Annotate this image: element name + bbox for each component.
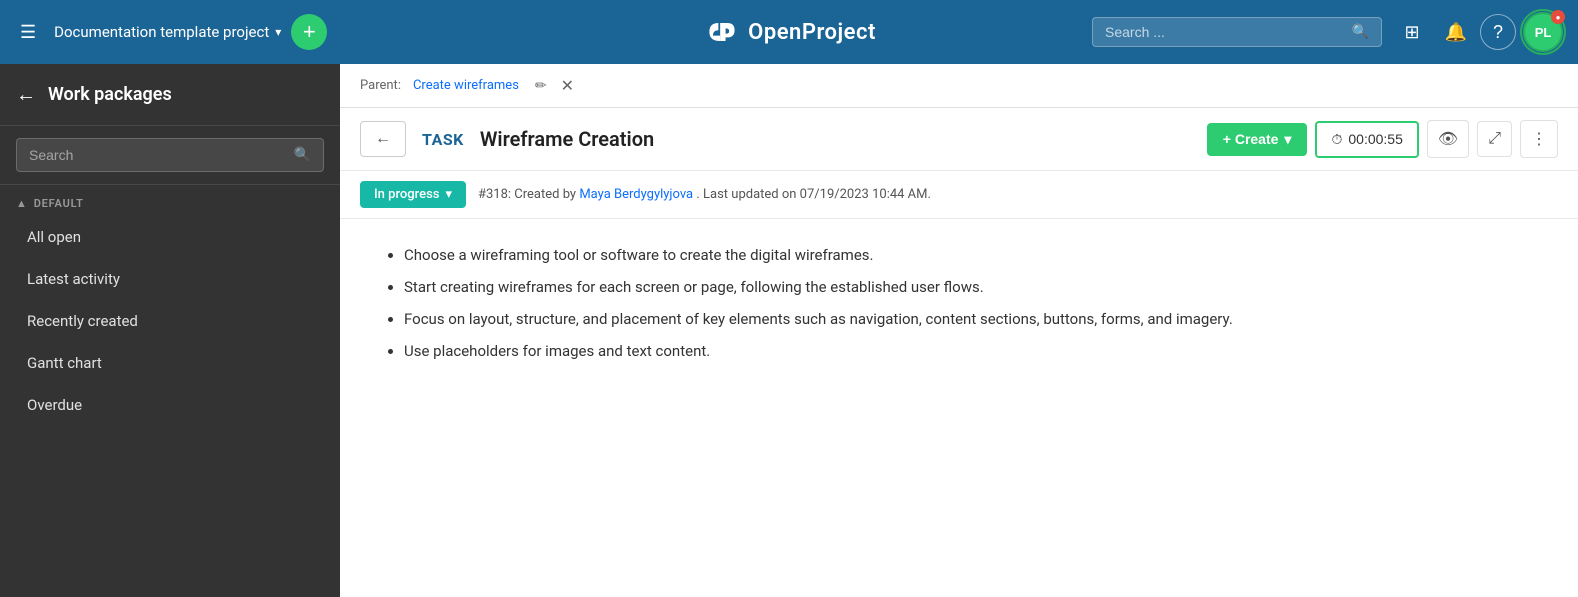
status-badge[interactable]: In progress ▾ bbox=[360, 181, 466, 208]
sidebar-item-overdue[interactable]: Overdue bbox=[0, 384, 340, 426]
sidebar-section-default: ▲ DEFAULT bbox=[0, 185, 340, 216]
grid-icon-button[interactable]: ⊞ bbox=[1392, 12, 1432, 52]
openproject-logo-icon bbox=[702, 14, 738, 50]
sidebar-nav: ▲ DEFAULT All open Latest activity Recen… bbox=[0, 185, 340, 426]
expand-icon: ⤢ bbox=[1488, 130, 1501, 147]
status-bar: In progress ▾ #318: Created by Maya Berd… bbox=[340, 171, 1578, 219]
content-body: Choose a wireframing tool or software to… bbox=[340, 219, 1578, 597]
eye-icon: 👁 bbox=[1438, 131, 1458, 148]
wp-title: Wireframe Creation bbox=[480, 127, 654, 151]
description-list: Choose a wireframing tool or software to… bbox=[380, 243, 1538, 363]
add-button[interactable]: + bbox=[291, 14, 327, 50]
section-collapse-icon[interactable]: ▲ bbox=[16, 197, 28, 210]
sidebar-item-latest-activity[interactable]: Latest activity bbox=[0, 258, 340, 300]
parent-breadcrumb: Parent: Create wireframes ✏ ✕ bbox=[340, 64, 1578, 108]
content-area: Parent: Create wireframes ✏ ✕ ← TASK Wir… bbox=[340, 64, 1578, 597]
status-caret-icon: ▾ bbox=[445, 187, 452, 202]
sidebar: ← Work packages 🔍 ▲ DEFAULT All open Lat… bbox=[0, 64, 340, 597]
expand-button[interactable]: ⤢ bbox=[1477, 121, 1512, 157]
logo-area: OpenProject bbox=[702, 14, 876, 50]
status-label: In progress bbox=[374, 187, 439, 202]
section-label-text: DEFAULT bbox=[34, 197, 84, 210]
logo-text: OpenProject bbox=[748, 20, 876, 45]
project-selector[interactable]: Documentation template project ▾ bbox=[54, 23, 281, 41]
main-layout: ← Work packages 🔍 ▲ DEFAULT All open Lat… bbox=[0, 64, 1578, 597]
list-item: Focus on layout, structure, and placemen… bbox=[404, 307, 1538, 331]
sidebar-title: Work packages bbox=[48, 84, 172, 105]
close-parent-icon[interactable]: ✕ bbox=[561, 76, 574, 95]
edit-parent-icon[interactable]: ✏ bbox=[535, 78, 547, 94]
sidebar-header: ← Work packages bbox=[0, 64, 340, 126]
work-package-header: ← TASK Wireframe Creation + Create ▾ ⏱ 0… bbox=[340, 108, 1578, 171]
sidebar-item-all-open[interactable]: All open bbox=[0, 216, 340, 258]
list-item: Start creating wireframes for each scree… bbox=[404, 275, 1538, 299]
avatar-notification-badge: ● bbox=[1551, 10, 1565, 24]
list-item: Use placeholders for images and text con… bbox=[404, 339, 1538, 363]
global-search-box[interactable]: 🔍 bbox=[1092, 17, 1382, 47]
more-options-icon: ⋮ bbox=[1531, 131, 1547, 148]
meta-author-link[interactable]: Maya Berdygylyjova bbox=[579, 187, 693, 202]
wp-type-label: TASK bbox=[422, 130, 464, 149]
timer-button[interactable]: ⏱ 00:00:55 bbox=[1315, 121, 1418, 158]
timer-icon: ⏱ bbox=[1331, 131, 1342, 148]
avatar-wrapper: PL ● bbox=[1520, 9, 1566, 55]
create-button[interactable]: + Create ▾ bbox=[1207, 123, 1308, 156]
status-meta: #318: Created by Maya Berdygylyjova . La… bbox=[478, 187, 931, 202]
sidebar-item-gantt-chart[interactable]: Gantt chart bbox=[0, 342, 340, 384]
help-button[interactable]: ? bbox=[1480, 14, 1516, 50]
bell-icon: 🔔 bbox=[1445, 22, 1467, 43]
meta-text: #318: Created by bbox=[478, 187, 576, 202]
sidebar-search-box[interactable]: 🔍 bbox=[16, 138, 324, 172]
create-button-label: + Create bbox=[1223, 131, 1279, 147]
help-icon: ? bbox=[1493, 22, 1503, 43]
hamburger-icon[interactable]: ☰ bbox=[12, 14, 44, 51]
search-input[interactable] bbox=[1105, 24, 1344, 40]
wp-back-button[interactable]: ← bbox=[360, 121, 406, 157]
list-item: Choose a wireframing tool or software to… bbox=[404, 243, 1538, 267]
grid-icon: ⊞ bbox=[1404, 22, 1419, 43]
project-name: Documentation template project bbox=[54, 23, 269, 41]
user-avatar-button[interactable]: PL ● bbox=[1523, 12, 1563, 52]
nav-icons: ⊞ 🔔 ? PL ● bbox=[1392, 9, 1566, 55]
parent-label: Parent: bbox=[360, 78, 401, 93]
sidebar-search-area: 🔍 bbox=[0, 126, 340, 185]
sidebar-item-recently-created[interactable]: Recently created bbox=[0, 300, 340, 342]
notifications-button[interactable]: 🔔 bbox=[1436, 12, 1476, 52]
timer-value: 00:00:55 bbox=[1348, 131, 1403, 147]
create-caret-icon: ▾ bbox=[1284, 131, 1291, 148]
sidebar-back-arrow[interactable]: ← bbox=[16, 82, 36, 107]
meta-suffix: . Last updated on 07/19/2023 10:44 AM. bbox=[696, 187, 931, 202]
project-caret-icon: ▾ bbox=[275, 25, 281, 39]
eye-button[interactable]: 👁 bbox=[1427, 120, 1469, 158]
search-icon: 🔍 bbox=[1352, 24, 1369, 40]
sidebar-search-input[interactable] bbox=[29, 147, 286, 163]
avatar-initials: PL bbox=[1535, 25, 1552, 40]
sidebar-search-icon: 🔍 bbox=[294, 147, 311, 163]
parent-link[interactable]: Create wireframes bbox=[413, 78, 519, 93]
header-actions: + Create ▾ ⏱ 00:00:55 👁 ⤢ ⋮ bbox=[1207, 120, 1558, 158]
top-nav: ☰ Documentation template project ▾ + Ope… bbox=[0, 0, 1578, 64]
more-options-button[interactable]: ⋮ bbox=[1520, 120, 1558, 158]
